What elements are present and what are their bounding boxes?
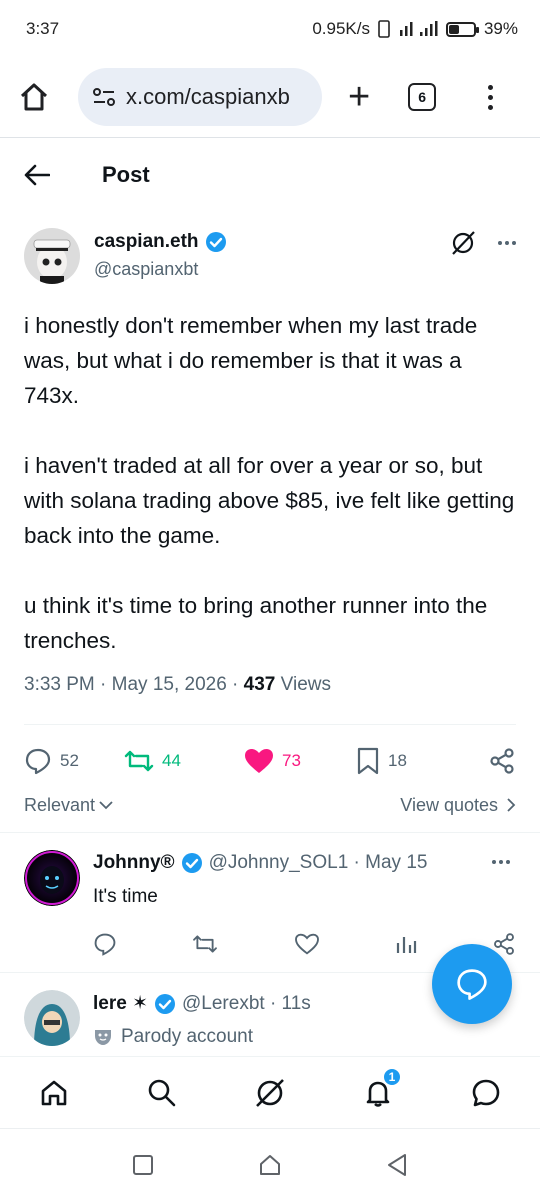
divider — [0, 832, 540, 833]
repost-icon[interactable] — [192, 933, 218, 955]
like-count: 73 — [282, 751, 301, 770]
post-meta: 3:33 PM · May 15, 2026 · 437 Views — [24, 674, 331, 696]
browser-menu-button[interactable] — [488, 84, 494, 110]
bottom-navigation: 1 — [0, 1056, 540, 1128]
post-text: i honestly don't remember when my last t… — [24, 308, 516, 658]
page-title: Post — [102, 162, 150, 187]
post-actions: 52 44 73 18 — [24, 740, 516, 782]
share-icon — [490, 748, 514, 774]
reply-author-name[interactable]: lere ✶ — [93, 992, 148, 1015]
verified-badge-icon — [181, 853, 202, 873]
url-text[interactable]: x.com/caspianxb — [126, 84, 290, 110]
divider — [24, 724, 516, 725]
reply-compose-button[interactable] — [432, 944, 512, 1024]
replies-filter-row: Relevant View quotes — [24, 790, 516, 820]
new-tab-button[interactable]: + — [348, 78, 370, 116]
network-speed: 0.95K/s — [312, 19, 370, 38]
status-time: 3:37 — [26, 19, 60, 38]
reply-author-name[interactable]: Johnny® — [93, 852, 175, 874]
avatar[interactable] — [24, 850, 80, 906]
reply-icon — [25, 748, 51, 775]
like-button[interactable]: 73 — [244, 748, 356, 774]
post-timestamp[interactable]: 3:33 PM · May 15, 2026 · — [24, 674, 244, 695]
chevron-down-icon — [99, 801, 113, 810]
messages-icon — [472, 1079, 500, 1106]
reply-text: It's time — [93, 886, 158, 907]
page-header: Post — [0, 150, 540, 200]
views-count: 437 — [243, 674, 276, 695]
parody-label: Parody account — [93, 1026, 253, 1048]
heart-icon[interactable] — [294, 933, 320, 955]
post-author: caspian.eth @caspianxbt — [24, 228, 516, 288]
heart-filled-icon — [245, 749, 273, 773]
nav-notifications[interactable]: 1 — [358, 1066, 402, 1113]
chevron-right-icon — [507, 798, 516, 812]
home-icon — [41, 1080, 67, 1105]
repost-icon — [124, 750, 154, 772]
nav-messages[interactable] — [466, 1073, 506, 1113]
post-paragraph: u think it's time to bring another runne… — [24, 593, 488, 653]
bookmark-button[interactable]: 18 — [356, 747, 466, 775]
post-paragraph: i haven't traded at all for over a year … — [24, 453, 515, 548]
share-button[interactable] — [488, 747, 516, 775]
view-quotes-label: View quotes — [400, 794, 498, 815]
post-paragraph: i honestly don't remember when my last t… — [24, 313, 478, 408]
nav-home[interactable] — [34, 1073, 74, 1113]
author-handle[interactable]: @caspianxbt — [94, 259, 227, 280]
nav-grok[interactable] — [250, 1073, 290, 1113]
battery-icon — [445, 21, 479, 37]
divider — [0, 137, 540, 138]
status-bar: 3:37 0.95K/s 39% — [0, 0, 540, 58]
notification-badge: 1 — [382, 1066, 402, 1087]
reply-icon — [457, 969, 487, 1000]
address-bar[interactable]: x.com/caspianxb — [78, 68, 322, 126]
analytics-icon[interactable] — [395, 933, 417, 955]
reply-author-handle[interactable]: @Johnny_SOL1 · May 15 — [209, 852, 428, 874]
system-navigation-bar — [0, 1128, 540, 1200]
reply-icon[interactable] — [93, 932, 117, 956]
author-name[interactable]: caspian.eth — [94, 231, 199, 253]
parody-text: Parody account — [121, 1026, 254, 1047]
repost-count: 44 — [162, 751, 181, 770]
battery-percent: 39% — [483, 19, 518, 38]
grok-icon[interactable] — [450, 230, 476, 256]
views-label: Views — [275, 674, 331, 695]
verified-badge-icon — [155, 993, 176, 1014]
back-icon[interactable] — [386, 1153, 408, 1177]
repost-button[interactable]: 44 — [124, 748, 244, 774]
tab-switcher-button[interactable]: 6 — [408, 83, 437, 111]
sim-icon — [378, 20, 390, 38]
back-arrow-icon[interactable] — [24, 164, 50, 186]
home-icon[interactable] — [258, 1153, 282, 1177]
mask-icon — [95, 1030, 111, 1045]
reply-button[interactable]: 52 — [24, 747, 124, 775]
more-options-icon[interactable] — [492, 860, 510, 864]
nav-search[interactable] — [142, 1073, 182, 1113]
home-icon[interactable] — [18, 81, 50, 113]
sort-dropdown[interactable]: Relevant — [24, 795, 113, 816]
browser-toolbar: x.com/caspianxb + 6 — [0, 62, 540, 132]
bookmark-count: 18 — [388, 751, 407, 770]
avatar[interactable] — [24, 990, 80, 1046]
more-options-icon[interactable] — [498, 241, 516, 245]
signal-icon — [399, 21, 438, 36]
reply-count: 52 — [60, 751, 79, 770]
reply-author-handle[interactable]: @Lerexbt · 11s — [182, 993, 311, 1015]
search-icon — [148, 1079, 176, 1106]
view-quotes-link[interactable]: View quotes — [400, 795, 516, 816]
sort-label: Relevant — [24, 794, 96, 815]
recent-apps-icon[interactable] — [132, 1154, 154, 1176]
site-settings-icon[interactable] — [92, 87, 116, 107]
grok-icon — [256, 1078, 284, 1107]
verified-badge-icon — [205, 232, 226, 252]
bookmark-icon — [357, 747, 379, 775]
battery-fill — [448, 24, 460, 34]
reply-item[interactable]: Johnny® @Johnny_SOL1 · May 15 It's time — [24, 850, 516, 970]
avatar[interactable] — [24, 228, 80, 284]
